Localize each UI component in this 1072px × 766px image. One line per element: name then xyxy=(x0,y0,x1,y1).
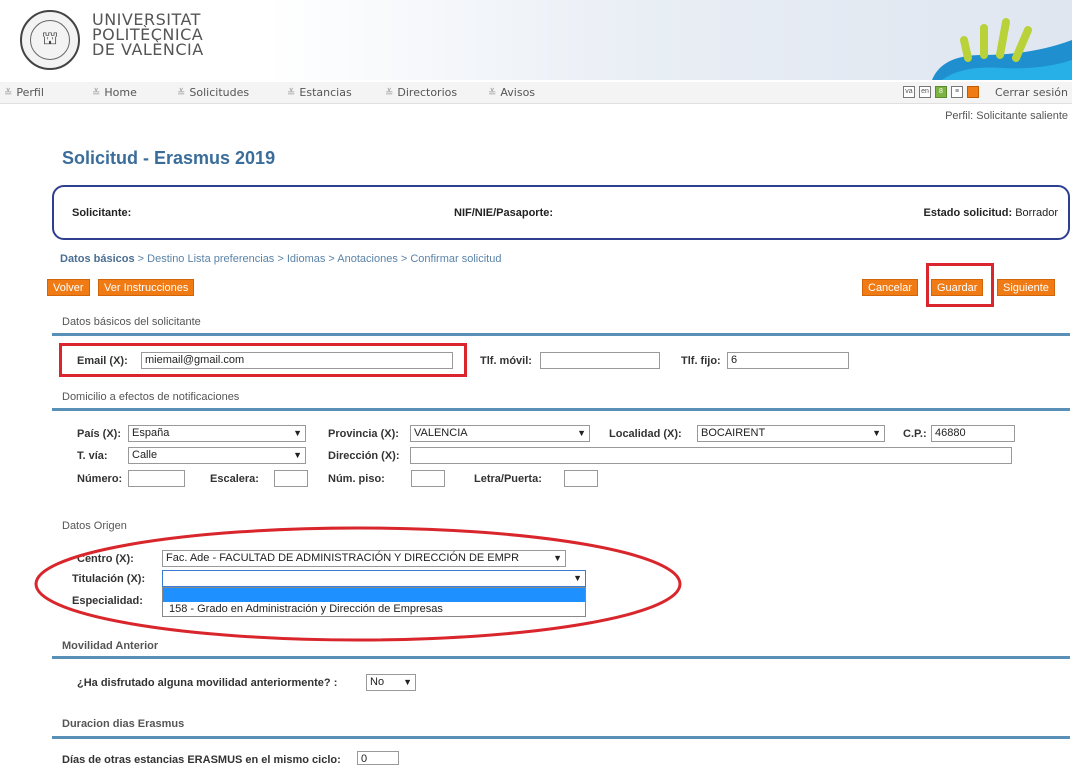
profile-label: Perfil: Solicitante saliente xyxy=(945,110,1068,122)
provincia-label: Provincia (X): xyxy=(328,428,399,440)
nav-perfil[interactable]: ≚ Perfil xyxy=(4,86,44,99)
chevron-down-icon: ▼ xyxy=(577,428,586,438)
section-divider xyxy=(52,656,1070,659)
nav-solicitudes[interactable]: ≚ Solicitudes xyxy=(177,86,249,99)
direccion-field[interactable] xyxy=(410,447,1012,464)
section-duracion: Duracion dias Erasmus xyxy=(62,718,185,730)
chevron-down-icon: ▼ xyxy=(293,450,302,460)
instrucciones-button[interactable]: Ver Instrucciones xyxy=(98,279,195,296)
localidad-select[interactable]: BOCAIRENT ▼ xyxy=(697,425,885,442)
section-divider xyxy=(52,408,1070,411)
pais-select[interactable]: España ▼ xyxy=(128,425,306,442)
section-divider xyxy=(52,736,1070,739)
nav-home[interactable]: ≚ Home xyxy=(92,86,137,99)
status-value: Borrador xyxy=(1015,207,1058,219)
numero-field[interactable] xyxy=(128,470,185,487)
duracion-field[interactable]: 0 xyxy=(357,751,399,765)
cp-label: C.P.: xyxy=(903,428,927,440)
breadcrumb-steps: > Destino Lista preferencias > Idiomas >… xyxy=(134,253,502,265)
letra-label: Letra/Puerta: xyxy=(474,473,542,485)
escalera-label: Escalera: xyxy=(210,473,259,485)
letra-field[interactable] xyxy=(564,470,598,487)
provincia-select[interactable]: VALENCIA ▼ xyxy=(410,425,590,442)
movil-field[interactable] xyxy=(540,352,660,369)
applicant-field: Solicitante: xyxy=(72,207,132,219)
accessibility-icon[interactable]: 8 xyxy=(935,86,947,98)
chevron-down-icon: ▼ xyxy=(293,428,302,438)
section-domicilio: Domicilio a efectos de notificaciones xyxy=(62,391,240,403)
nav-avisos[interactable]: ≚ Avisos xyxy=(488,86,535,99)
chevron-down-icon: ▼ xyxy=(403,677,412,687)
status-field: Estado solicitud: Borrador xyxy=(923,207,1058,219)
logout-link[interactable]: Cerrar sesión xyxy=(995,86,1068,99)
chevron-down-icon: ▼ xyxy=(872,428,881,438)
lang-en-icon[interactable]: en xyxy=(919,86,931,98)
piso-label: Núm. piso: xyxy=(328,473,385,485)
nav-directorios[interactable]: ≚ Directorios xyxy=(385,86,457,99)
via-label: T. vía: xyxy=(77,450,108,462)
site-header: ⛫ UNIVERSITAT POLITÈCNICA DE VALÈNCIA xyxy=(0,0,1072,80)
highlight-ellipse xyxy=(34,526,682,642)
section-movilidad: Movilidad Anterior xyxy=(62,640,159,652)
lock-icon[interactable] xyxy=(967,86,979,98)
university-seal-icon[interactable]: ⛫ xyxy=(20,10,80,70)
nif-field: NIF/NIE/Pasaporte: xyxy=(454,207,554,219)
cancelar-button[interactable]: Cancelar xyxy=(862,279,919,296)
movilidad-question: ¿Ha disfrutado alguna movilidad anterior… xyxy=(77,677,338,689)
siguiente-button[interactable]: Siguiente xyxy=(997,279,1055,296)
logo-line-3: DE VALÈNCIA xyxy=(92,40,204,59)
duracion-label: Días de otras estancias ERASMUS en el mi… xyxy=(62,754,341,766)
volver-button[interactable]: Volver xyxy=(47,279,90,296)
pais-label: País (X): xyxy=(77,428,122,440)
fijo-field[interactable]: 6 xyxy=(727,352,849,369)
via-select[interactable]: Calle ▼ xyxy=(128,447,306,464)
movilidad-select[interactable]: No ▼ xyxy=(366,674,416,691)
localidad-label: Localidad (X): xyxy=(609,428,682,440)
direccion-label: Dirección (X): xyxy=(328,450,400,462)
main-nav: ≚ Perfil ≚ Home ≚ Solicitudes ≚ Estancias ≚ D… xyxy=(0,82,1072,104)
lang-va-icon[interactable]: va xyxy=(903,86,915,98)
fijo-label: Tlf. fijo: xyxy=(681,355,721,367)
section-divider xyxy=(52,333,1070,336)
cp-field[interactable]: 46880 xyxy=(931,425,1015,442)
applicant-summary-box: Solicitante: NIF/NIE/Pasaporte: Estado s… xyxy=(52,185,1070,240)
escalera-field[interactable] xyxy=(274,470,308,487)
numero-label: Número: xyxy=(77,473,123,485)
movil-label: Tlf. móvil: xyxy=(480,355,532,367)
breadcrumb: Datos básicos > Destino Lista preferenci… xyxy=(60,253,501,265)
breadcrumb-current[interactable]: Datos básicos xyxy=(60,253,135,265)
nav-estancias[interactable]: ≚ Estancias xyxy=(287,86,352,99)
guardar-highlight xyxy=(926,263,994,307)
university-logo-text[interactable]: UNIVERSITAT POLITÈCNICA DE VALÈNCIA xyxy=(92,12,204,59)
text-mode-icon[interactable]: ≡ xyxy=(951,86,963,98)
decorative-hand-graphic xyxy=(932,18,1072,80)
piso-field[interactable] xyxy=(411,470,445,487)
page-title: Solicitud - Erasmus 2019 xyxy=(62,148,276,168)
email-highlight xyxy=(59,343,467,377)
section-datos-basicos: Datos básicos del solicitante xyxy=(62,316,201,328)
